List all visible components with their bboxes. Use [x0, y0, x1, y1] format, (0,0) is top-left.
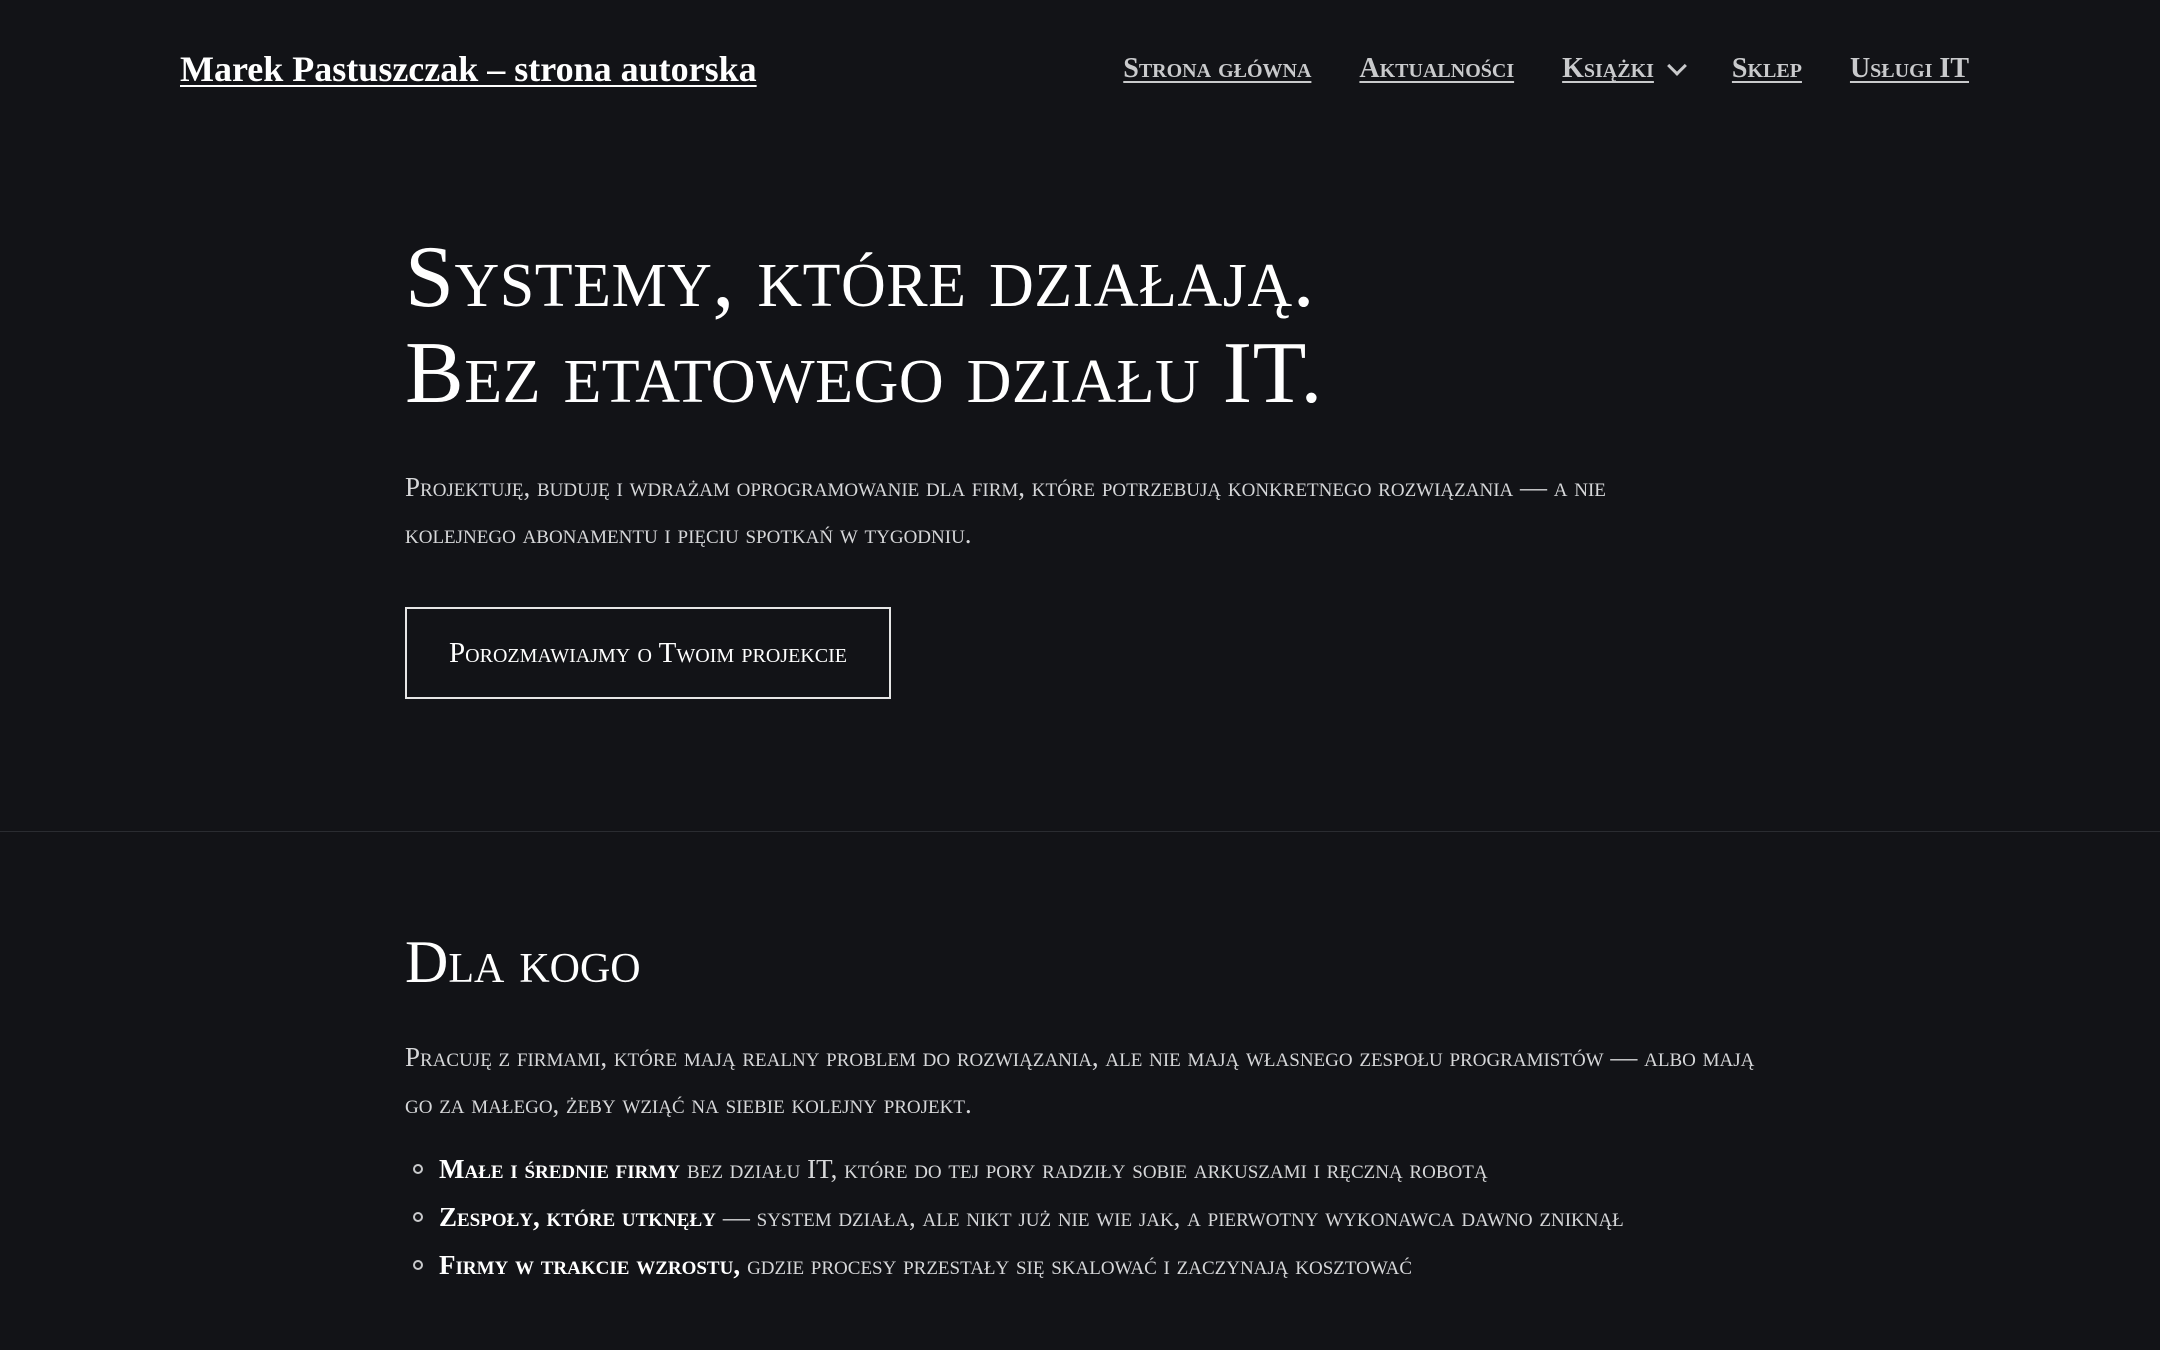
bullet-icon — [413, 1260, 423, 1270]
hero-section: Systemy, które działają. Bez etatowego d… — [405, 230, 1805, 699]
list-item-text: — system działa, ale nikt już nie wie ja… — [722, 1202, 1624, 1232]
list-item-strong: Małe i średnie firmy — [439, 1154, 681, 1184]
nav-item-shop[interactable]: Sklep — [1732, 53, 1802, 85]
nav-item-home[interactable]: Strona główna — [1123, 53, 1311, 85]
audience-title: Dla kogo — [405, 929, 641, 995]
nav-item-it-services-label: Usługi IT — [1849, 53, 1969, 84]
audience-list: Małe i średnie firmy bez działu IT, któr… — [405, 1154, 1805, 1298]
nav-item-shop-label: Sklep — [1731, 53, 1802, 84]
site-header: Marek Pastuszczak – strona autorska Stro… — [0, 0, 2160, 140]
list-item: Zespoły, które utknęły — system działa, … — [405, 1202, 1805, 1250]
nav-item-home-label: Strona główna — [1123, 53, 1312, 84]
list-item-text: gdzie procesy przestały się skalować i z… — [747, 1250, 1413, 1280]
nav-item-news[interactable]: Aktualności — [1359, 53, 1514, 85]
nav-item-books[interactable]: Książki — [1562, 53, 1687, 85]
hero-title-line-2: Bez etatowego działu IT. — [405, 325, 1323, 422]
hero-lead: Projektuję, buduję i wdrażam oprogramowa… — [405, 472, 1606, 549]
section-divider — [0, 831, 2160, 832]
bullet-icon — [413, 1212, 423, 1222]
audience-section: Dla kogo Pracuję z firmami, które mają r… — [405, 926, 1805, 1298]
list-item-strong: Zespoły, które utknęły — [439, 1202, 716, 1232]
list-item-text: bez działu IT, które do tej pory radziły… — [687, 1154, 1488, 1184]
audience-lead: Pracuję z firmami, które mają realny pro… — [405, 1042, 1755, 1119]
contact-cta-button[interactable]: Porozmawiajmy o Twoim projekcie — [405, 607, 891, 699]
list-item: Firmy w trakcie wzrostu, gdzie procesy p… — [405, 1250, 1805, 1298]
nav-item-news-label: Aktualności — [1359, 53, 1515, 84]
nav-item-it-services[interactable]: Usługi IT — [1850, 53, 1969, 85]
hero-title-line-1: Systemy, które działają. — [405, 229, 1316, 326]
site-title-link[interactable]: Marek Pastuszczak – strona autorska — [180, 48, 757, 90]
list-item-strong: Firmy w trakcie wzrostu, — [439, 1250, 741, 1280]
main-nav: Strona główna Aktualności Książki Sklep … — [1123, 53, 1969, 85]
chevron-down-icon[interactable] — [1667, 56, 1687, 76]
bullet-icon — [413, 1164, 423, 1174]
nav-item-books-label: Książki — [1562, 53, 1654, 84]
list-item: Małe i średnie firmy bez działu IT, któr… — [405, 1154, 1805, 1202]
hero-title: Systemy, które działają. Bez etatowego d… — [405, 230, 1805, 422]
